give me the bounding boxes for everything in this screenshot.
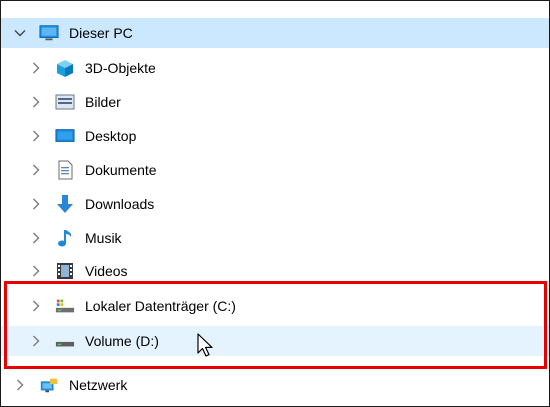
tree-item-videos[interactable]: Videos (1, 256, 549, 286)
chevron-right-icon[interactable] (29, 197, 43, 211)
tree-item-label: Bilder (85, 94, 121, 110)
videos-icon (55, 261, 75, 281)
tree-item-label: Dieser PC (69, 25, 133, 41)
tree-item-downloads[interactable]: Downloads (1, 189, 549, 219)
tree-item-label: Dokumente (85, 162, 157, 178)
tree-item-label: 3D-Objekte (85, 60, 156, 76)
tree-item-label: Volume (D:) (85, 333, 159, 349)
tree-item-volume-d[interactable]: Volume (D:) (1, 326, 549, 356)
documents-icon (55, 160, 75, 180)
mouse-cursor-icon (197, 333, 215, 359)
chevron-right-icon[interactable] (29, 299, 43, 313)
tree-item-dokumente[interactable]: Dokumente (1, 155, 549, 185)
tree-item-label: Desktop (85, 128, 137, 144)
chevron-right-icon[interactable] (29, 163, 43, 177)
desktop-folder-icon (55, 126, 75, 146)
chevron-right-icon[interactable] (29, 264, 43, 278)
tree-item-dieser-pc[interactable]: Dieser PC (1, 18, 549, 48)
volume-drive-icon (55, 331, 75, 351)
chevron-right-icon[interactable] (29, 334, 43, 348)
local-disk-icon (55, 296, 75, 316)
tree-item-desktop[interactable]: Desktop (1, 121, 549, 151)
3d-objects-icon (55, 58, 75, 78)
tree-item-bilder[interactable]: Bilder (1, 87, 549, 117)
tree-item-netzwerk[interactable]: Netzwerk (1, 370, 549, 400)
tree-item-musik[interactable]: Musik (1, 223, 549, 253)
tree-item-label: Videos (85, 263, 128, 279)
this-pc-monitor-icon (39, 23, 59, 43)
chevron-down-icon[interactable] (13, 26, 27, 40)
explorer-navigation-pane: Dieser PC 3D-Objekte Bilder Desktop Doku… (0, 0, 550, 407)
chevron-right-icon[interactable] (29, 231, 43, 245)
music-icon (55, 228, 75, 248)
downloads-icon (55, 194, 75, 214)
tree-item-label: Musik (85, 230, 122, 246)
chevron-right-icon[interactable] (29, 61, 43, 75)
tree-item-label: Downloads (85, 196, 155, 212)
chevron-right-icon[interactable] (29, 129, 43, 143)
tree-item-label: Lokaler Datenträger (C:) (85, 298, 236, 314)
tree-item-local-disk-c[interactable]: Lokaler Datenträger (C:) (1, 291, 549, 321)
tree-item-3d-objekte[interactable]: 3D-Objekte (1, 53, 549, 83)
chevron-right-icon[interactable] (29, 95, 43, 109)
network-icon (39, 375, 59, 395)
pictures-icon (55, 92, 75, 112)
chevron-right-icon[interactable] (13, 378, 27, 392)
tree-item-label: Netzwerk (69, 377, 128, 393)
